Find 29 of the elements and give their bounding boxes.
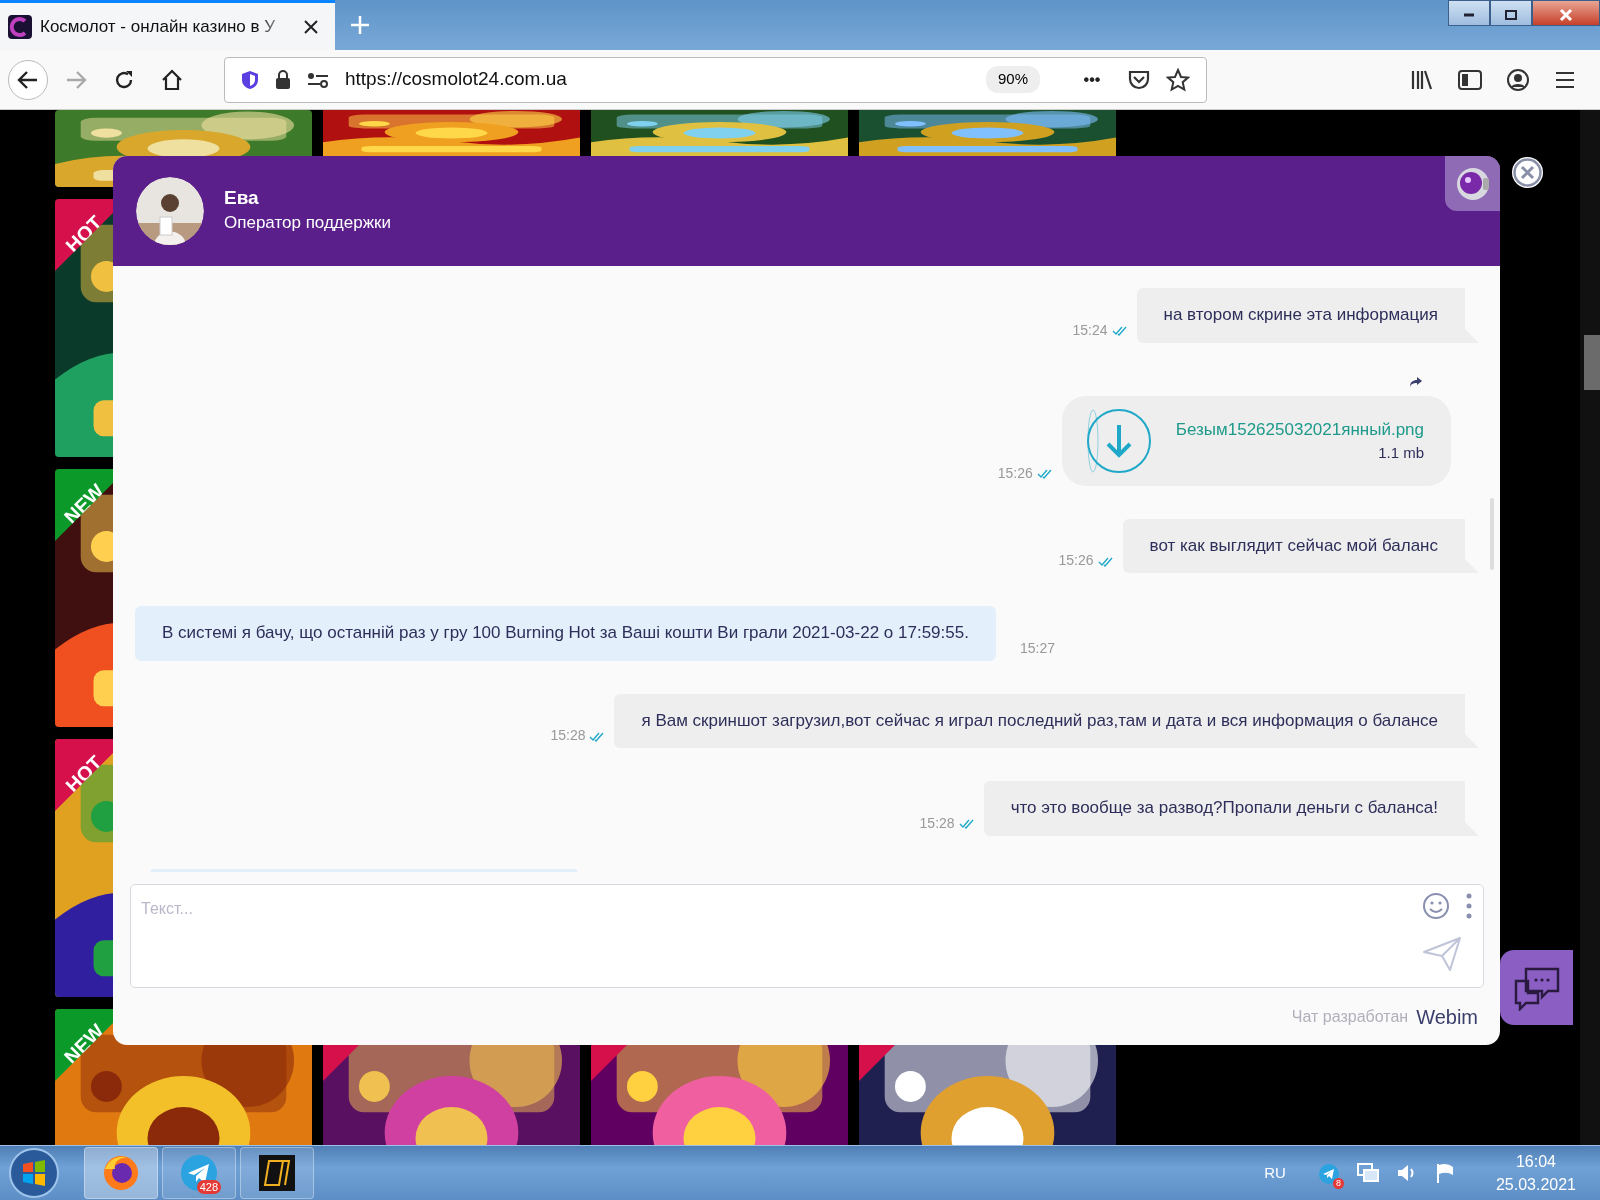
message-time: 15:26 bbox=[1058, 551, 1094, 570]
message-bubble: я Вам скриншот загрузил,вот сейчас я играл последний раз,там и дата и вся информация о балансе bbox=[614, 693, 1479, 748]
brand-logo: Webim bbox=[1416, 1004, 1478, 1030]
message-input[interactable]: Текст... bbox=[130, 884, 1484, 988]
zoom-level-button[interactable]: 90% bbox=[985, 66, 1040, 93]
message-bubble: что это вообще за развод?Пропали деньги с баланса! bbox=[983, 781, 1479, 836]
operator-name: Ева bbox=[224, 186, 260, 210]
message-bubble: В системі я бачу, що останній раз у гру 100 Burning Hot за Ваші кошти Ви грали 2021-03-22 о 17:59:55. bbox=[135, 606, 996, 661]
unread-count: 8 bbox=[1332, 1178, 1344, 1189]
url-text: https://cosmolot24.com.ua bbox=[345, 67, 568, 92]
message-time: 15:27 bbox=[1019, 638, 1055, 658]
tab-title: Космолот - онлайн казино в У bbox=[40, 15, 277, 38]
address-bar[interactable]: https://cosmolot24.com.ua 90% ••• bbox=[224, 56, 1207, 103]
message-bubble: вот как выглядит сейчас мой баланс bbox=[1122, 518, 1479, 573]
clock-time: 16:04 bbox=[1514, 1151, 1557, 1172]
browser-tab[interactable]: Космолот - онлайн казино в У bbox=[0, 0, 335, 50]
clock-date: 25.03.2021 bbox=[1495, 1175, 1576, 1195]
telegram-taskbar-button[interactable]: 428 bbox=[162, 1147, 236, 1199]
unread-count: 428 bbox=[196, 1180, 221, 1194]
more-actions-button[interactable]: ••• bbox=[1072, 59, 1112, 100]
file-attachment[interactable]: Безым152625032021янный.png 1.1 mb bbox=[1061, 395, 1451, 486]
message-time: 15:28 bbox=[550, 726, 586, 745]
message-time: 15:24 bbox=[1072, 320, 1108, 340]
message-bubble: на втором скрине эта информация bbox=[1136, 288, 1479, 343]
message-time: 15:28 bbox=[919, 813, 955, 833]
file-size: 1.1 mb bbox=[1377, 443, 1424, 463]
operator-role: Оператор поддержки bbox=[224, 211, 391, 234]
message-time: 15:26 bbox=[997, 463, 1033, 483]
powered-by-label: Чат разработан bbox=[1291, 1006, 1409, 1027]
